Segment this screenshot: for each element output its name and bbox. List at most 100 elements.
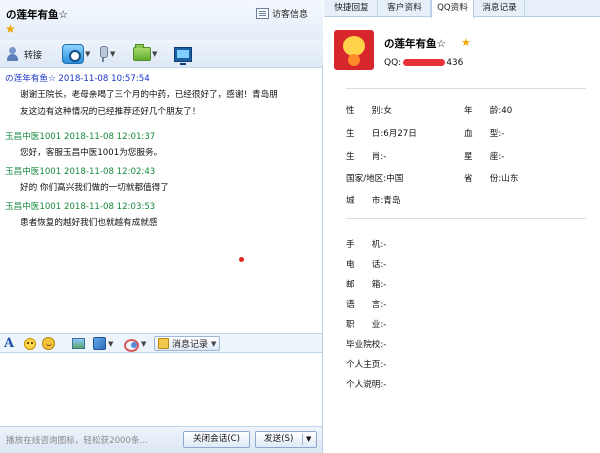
- send-label: 发送(S): [264, 434, 294, 444]
- province-value: 山东: [501, 174, 519, 184]
- send-button[interactable]: 发送(S) ▼: [255, 431, 317, 448]
- transfer-label: 转接: [24, 50, 43, 61]
- blood-type-field: 血 型:-: [464, 127, 504, 139]
- remote-desktop-button[interactable]: [174, 43, 192, 65]
- language-value: -: [383, 300, 387, 310]
- homepage-label: 个人主页:: [346, 360, 384, 370]
- chevron-down-icon[interactable]: ▼: [306, 432, 311, 447]
- chevron-down-icon[interactable]: ▼: [85, 50, 90, 58]
- info-card-icon: [256, 7, 269, 19]
- email-field: 邮 箱:-: [346, 278, 386, 290]
- message-time: 2018-11-08 12:03:53: [63, 202, 156, 212]
- chevron-down-icon[interactable]: ▼: [152, 50, 157, 58]
- screenshot-button[interactable]: ▼: [93, 337, 113, 350]
- message-time: 2018-11-08 12:01:37: [63, 132, 156, 142]
- phone-label: 电 话:: [346, 260, 384, 270]
- tab-customer-info[interactable]: 客户资料: [379, 0, 431, 17]
- birthday-value: 6月27日: [383, 129, 417, 139]
- promo-link[interactable]: 播放在线咨询图标，轻松获2000条...: [6, 434, 148, 446]
- homepage-value: -: [383, 360, 387, 370]
- send-bar: 播放在线咨询图标，轻松获2000条... 关闭会话(C) 发送(S) ▼: [0, 426, 322, 453]
- transfer-button[interactable]: 转接: [5, 45, 42, 63]
- chevron-down-icon[interactable]: ▼: [110, 50, 115, 58]
- message-item: の莲年有鱼☆ 2018-11-08 10:57:54 谢谢王院长，老母亲喝了三个…: [5, 73, 319, 121]
- avatar: [334, 30, 374, 70]
- zodiac-field: 生 肖:-: [346, 150, 386, 162]
- message-time: 2018-11-08 10:57:54: [58, 74, 150, 84]
- language-field: 语 言:-: [346, 298, 386, 310]
- constellation-field: 星 座:-: [464, 150, 504, 162]
- province-label: 省 份:: [464, 174, 502, 184]
- phone-value: -: [383, 260, 387, 270]
- bio-value: -: [383, 380, 387, 390]
- video-call-button[interactable]: ▼: [62, 43, 90, 65]
- age-value: 40: [501, 106, 513, 116]
- zodiac-value: -: [383, 152, 387, 162]
- age-label: 年 龄:: [464, 106, 502, 116]
- webcam-icon: [62, 44, 84, 64]
- emoji-icon[interactable]: [24, 338, 36, 350]
- school-field: 毕业院校:-: [346, 338, 386, 350]
- country-field: 国家/地区:中国: [346, 172, 403, 184]
- message-line: 谢谢王院长，老母亲喝了三个月的中药，已经很好了，感谢！青岛朋: [20, 90, 278, 100]
- qq-number-suffix: 436: [446, 58, 464, 68]
- blood-type-label: 血 型:: [464, 129, 502, 139]
- message-history-button[interactable]: 消息记录 ▼: [154, 336, 221, 351]
- job-value: -: [383, 320, 387, 330]
- bio-label: 个人说明:: [346, 380, 384, 390]
- image-icon[interactable]: [72, 338, 85, 349]
- chat-pane: の莲年有鱼☆ ★ 访客信息 转接 ▼ ▼ ▼ の莲年有鱼☆ 2018-11-08…: [0, 0, 323, 453]
- message-sender: 玉昌中医1001: [5, 132, 62, 142]
- tab-qq-info[interactable]: QQ资料: [431, 0, 474, 18]
- country-value: 中国: [386, 174, 404, 184]
- blood-type-value: -: [501, 129, 505, 139]
- mobile-field: 手 机:-: [346, 238, 386, 250]
- birthday-field: 生 日:6月27日: [346, 127, 417, 139]
- visitor-info-button[interactable]: 访客信息: [256, 6, 308, 20]
- city-field: 城 市:青岛: [346, 194, 400, 206]
- message-item: 玉昌中医1001 2018-11-08 12:03:53 患者恢复的越好我们也就…: [5, 201, 319, 232]
- history-icon: [158, 338, 169, 349]
- visitor-info-label: 访客信息: [272, 9, 309, 20]
- message-sender: 玉昌中医1001: [5, 167, 62, 177]
- city-label: 城 市:: [346, 196, 384, 206]
- school-label: 毕业院校:: [346, 340, 384, 350]
- chevron-down-icon[interactable]: ▼: [108, 340, 113, 348]
- chevron-down-icon[interactable]: ▼: [141, 340, 146, 348]
- star-icon: ★: [461, 36, 471, 49]
- message-header: 玉昌中医1001 2018-11-08 12:03:53: [5, 201, 319, 213]
- folder-icon: [133, 44, 151, 61]
- shake-window-button[interactable]: ▼: [124, 337, 146, 352]
- format-toolbar: A ▼ ▼ 消息记录 ▼: [0, 333, 322, 353]
- gender-field: 性 别:女: [346, 104, 392, 116]
- mobile-value: -: [383, 240, 387, 250]
- message-history[interactable]: の莲年有鱼☆ 2018-11-08 10:57:54 谢谢王院长，老母亲喝了三个…: [0, 69, 322, 334]
- wink-emoji-icon[interactable]: [42, 337, 55, 350]
- message-body: 好的 你们高兴我们做的一切就都值得了: [5, 178, 319, 197]
- tab-message-log[interactable]: 消息记录: [475, 0, 525, 17]
- message-body: 谢谢王院长，老母亲喝了三个月的中药，已经很好了，感谢！青岛朋 友这边有这种情况的…: [5, 85, 319, 121]
- email-value: -: [383, 280, 387, 290]
- message-input[interactable]: [0, 354, 322, 426]
- message-header: 玉昌中医1001 2018-11-08 12:01:37: [5, 131, 319, 143]
- font-icon[interactable]: A: [4, 336, 14, 351]
- divider: [346, 88, 586, 89]
- language-label: 语 言:: [346, 300, 384, 310]
- microphone-icon: [97, 45, 109, 63]
- profile-nickname: の莲年有鱼☆: [384, 38, 446, 50]
- star-icon: ★: [5, 22, 16, 36]
- shake-icon: [124, 337, 139, 352]
- message-item: 玉昌中医1001 2018-11-08 12:02:43 好的 你们高兴我们做的…: [5, 166, 319, 197]
- side-tabs: 快捷回复 客户资料 QQ资料 消息记录: [324, 0, 600, 18]
- voice-call-button[interactable]: ▼: [97, 43, 115, 65]
- age-field: 年 龄:40: [464, 104, 512, 116]
- send-file-button[interactable]: ▼: [133, 43, 157, 65]
- tab-quick-reply[interactable]: 快捷回复: [326, 0, 378, 17]
- chat-title: の莲年有鱼☆: [6, 9, 68, 21]
- monitor-icon: [174, 46, 192, 65]
- message-line: 好的 你们高兴我们做的一切就都值得了: [20, 183, 169, 193]
- close-session-button[interactable]: 关闭会话(C): [183, 431, 250, 448]
- job-label: 职 业:: [346, 320, 384, 330]
- chevron-down-icon[interactable]: ▼: [211, 340, 216, 348]
- red-dot-marker: [239, 257, 244, 262]
